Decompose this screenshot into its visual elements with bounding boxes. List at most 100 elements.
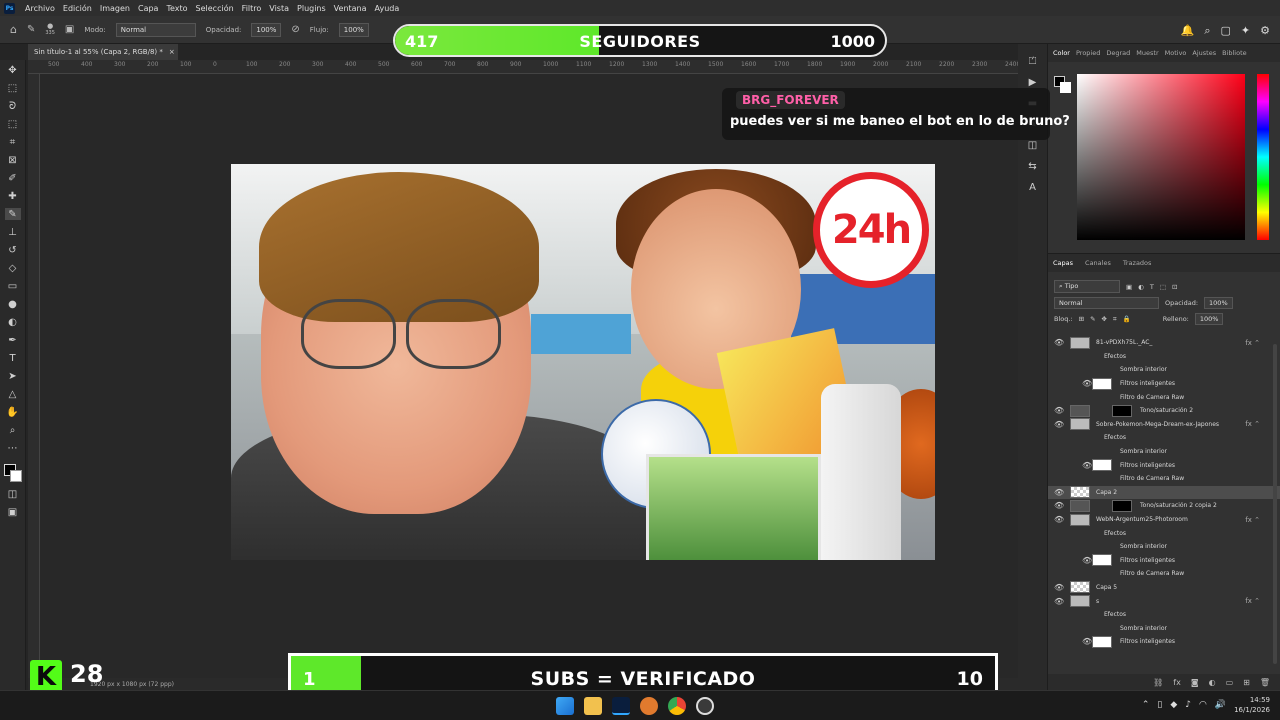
wifi-icon[interactable]: ◠ [1199, 700, 1207, 710]
pen-tool-icon[interactable]: ✒ [5, 334, 21, 346]
layer-row[interactable]: Filtro de Camera Raw [1048, 472, 1280, 486]
settings-icon[interactable]: ⚙ [1260, 24, 1270, 38]
battery-icon[interactable]: ▯ [1157, 700, 1162, 710]
obs-icon[interactable] [696, 697, 714, 715]
menu-capa[interactable]: Capa [138, 4, 158, 13]
hue-slider[interactable] [1257, 74, 1269, 240]
color-picker-field[interactable] [1077, 74, 1245, 240]
lock-artboard-icon[interactable]: ⌗ [1113, 315, 1117, 324]
filter-smart-icon[interactable]: ⊡ [1172, 283, 1177, 291]
tray-expand-icon[interactable]: ⌃ [1142, 700, 1150, 710]
visibility-eye-icon[interactable]: 👁 [1082, 556, 1092, 565]
layer-row[interactable]: 👁 WebN-Argentum25-Photoroom fx ⌃ [1048, 513, 1280, 527]
zoom-tool-icon[interactable]: ⌕ [5, 424, 21, 436]
quick-mask-icon[interactable]: ◫ [5, 488, 21, 500]
lock-move-icon[interactable]: ✥ [1102, 315, 1107, 323]
layer-row[interactable]: 👁 Tono/saturación 2 copia 2 [1048, 499, 1280, 513]
delete-layer-icon[interactable]: 🗑 [1260, 678, 1270, 687]
menu-archivo[interactable]: Archivo [25, 4, 55, 13]
adjust-icon[interactable]: ⇆ [1028, 161, 1036, 172]
clock[interactable]: 14:59 16/1/2026 [1234, 695, 1270, 715]
tab-patterns[interactable]: Motivo [1165, 49, 1187, 57]
crop-tool-icon[interactable]: ⌗ [5, 136, 21, 148]
layer-row[interactable]: 👁 Filtros inteligentes [1048, 635, 1280, 649]
type-tool-icon[interactable]: T [5, 352, 21, 364]
layer-opacity-field[interactable]: 100% [1204, 297, 1233, 309]
security-icon[interactable]: ◆ [1170, 700, 1177, 710]
frame-tool-icon[interactable]: ⊠ [5, 154, 21, 166]
layer-effects-icon[interactable]: fx ⌃ [1245, 420, 1260, 428]
background-color[interactable] [9, 470, 22, 482]
layer-row[interactable]: Sombra interior [1048, 621, 1280, 635]
panel-background-color[interactable] [1060, 82, 1071, 93]
visibility-eye-icon[interactable]: 👁 [1082, 461, 1092, 470]
layer-row[interactable]: Efectos [1048, 350, 1280, 364]
menu-imagen[interactable]: Imagen [100, 4, 130, 13]
add-mask-icon[interactable]: ◙ [1191, 678, 1199, 687]
visibility-eye-icon[interactable]: 👁 [1054, 501, 1064, 510]
menu-ayuda[interactable]: Ayuda [375, 4, 400, 13]
tab-channels[interactable]: Canales [1085, 259, 1111, 267]
lock-all-icon[interactable]: 🔒 [1123, 315, 1131, 323]
stamp-tool-icon[interactable]: ⊥ [5, 226, 21, 238]
layer-row[interactable]: Sombra interior [1048, 445, 1280, 459]
visibility-eye-icon[interactable]: 👁 [1054, 420, 1064, 429]
lasso-tool-icon[interactable]: ᘐ [5, 100, 21, 112]
healing-tool-icon[interactable]: ✚ [5, 190, 21, 202]
notifications-icon[interactable]: 🔔 [1181, 24, 1195, 38]
layer-row[interactable]: Filtro de Camera Raw [1048, 390, 1280, 404]
tab-layers[interactable]: Capas [1053, 259, 1073, 267]
blend-mode-select[interactable]: Normal [1054, 297, 1159, 309]
app-icon[interactable] [640, 697, 658, 715]
blur-tool-icon[interactable]: ● [5, 298, 21, 310]
volume-icon[interactable]: 🔊 [1215, 700, 1226, 710]
gradient-tool-icon[interactable]: ▭ [5, 280, 21, 292]
marquee-tool-icon[interactable]: ⬚ [5, 82, 21, 94]
new-adjustment-icon[interactable]: ◐ [1209, 678, 1216, 687]
hand-tool-icon[interactable]: ✋ [5, 406, 21, 418]
history-icon[interactable]: ⏍ [1029, 56, 1037, 67]
new-layer-icon[interactable]: ⊞ [1243, 678, 1250, 687]
menu-vista[interactable]: Vista [269, 4, 289, 13]
tab-color[interactable]: Color [1053, 49, 1070, 57]
menu-texto[interactable]: Texto [166, 4, 187, 13]
brush-settings-icon[interactable]: ▣ [65, 24, 74, 35]
character-icon[interactable]: A [1029, 182, 1036, 193]
dodge-tool-icon[interactable]: ◐ [5, 316, 21, 328]
menu-ventana[interactable]: Ventana [334, 4, 367, 13]
visibility-eye-icon[interactable]: 👁 [1054, 583, 1064, 592]
tab-paths[interactable]: Trazados [1123, 259, 1152, 267]
lock-transparent-icon[interactable]: ⊞ [1079, 315, 1084, 323]
photoshop-taskbar-icon[interactable] [612, 697, 630, 715]
layer-effects-icon[interactable]: fx ⌃ [1245, 516, 1260, 524]
visibility-eye-icon[interactable]: 👁 [1082, 637, 1092, 646]
layers-scrollbar[interactable] [1273, 344, 1277, 664]
menu-edicion[interactable]: Edición [63, 4, 92, 13]
screen-mode-icon[interactable]: ▣ [5, 506, 21, 518]
brush-preset-picker[interactable]: ● 335 [45, 22, 55, 37]
flow-field[interactable]: 100% [338, 22, 369, 37]
visibility-eye-icon[interactable]: 👁 [1054, 406, 1064, 415]
layer-effects-icon[interactable]: fx ⌃ [1245, 339, 1260, 347]
move-tool-icon[interactable]: ✥ [5, 64, 21, 76]
layer-row[interactable]: 👁 Sobre-Pokemon-Mega-Dream-ex-Japones fx ⌃ [1048, 418, 1280, 432]
layer-effects-icon[interactable]: fx ⌃ [1245, 597, 1260, 605]
layer-row[interactable]: Efectos [1048, 526, 1280, 540]
visibility-eye-icon[interactable]: 👁 [1082, 379, 1092, 388]
start-icon[interactable] [556, 697, 574, 715]
document-tab[interactable]: Sin título-1 al 55% (Capa 2, RGB/8) * × [28, 44, 178, 60]
link-layers-icon[interactable]: ⛓ [1153, 678, 1163, 687]
visibility-eye-icon[interactable]: 👁 [1054, 597, 1064, 606]
layer-row[interactable]: Sombra interior [1048, 540, 1280, 554]
shape-tool-icon[interactable]: △ [5, 388, 21, 400]
add-style-icon[interactable]: fx [1173, 678, 1181, 687]
filter-type-icon[interactable]: T [1150, 283, 1154, 291]
path-select-icon[interactable]: ➤ [5, 370, 21, 382]
home-icon[interactable]: ⌂ [10, 23, 17, 36]
menu-plugins[interactable]: Plugins [297, 4, 326, 13]
layer-row[interactable]: 👁 Capa 5 [1048, 581, 1280, 595]
discover-icon[interactable]: ✦ [1241, 24, 1250, 38]
layer-row[interactable]: Efectos [1048, 608, 1280, 622]
eyedropper-tool-icon[interactable]: ✐ [5, 172, 21, 184]
layer-row[interactable]: 👁 s fx ⌃ [1048, 594, 1280, 608]
